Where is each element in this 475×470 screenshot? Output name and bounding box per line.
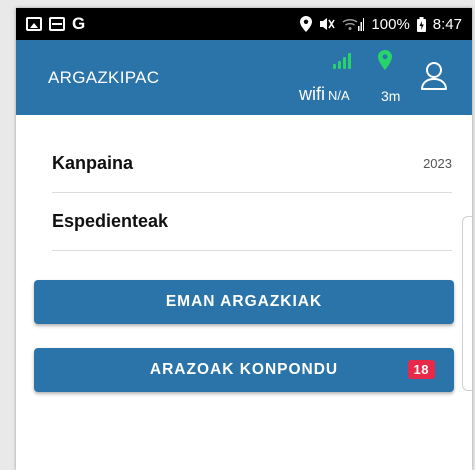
image-icon: [26, 17, 42, 31]
mute-icon: [320, 18, 336, 30]
user-icon[interactable]: [420, 61, 448, 91]
campaign-row: Kanpaina 2023: [52, 135, 452, 193]
location-icon: [300, 16, 313, 32]
campaign-value: 2023: [423, 156, 452, 171]
clock: 8:47: [432, 15, 462, 33]
status-bar: G 100% 8:47: [16, 8, 472, 40]
take-photos-button[interactable]: EMAN ARGAZKIAK: [34, 280, 454, 324]
battery-percent: 100%: [371, 15, 410, 33]
card-icon: [49, 17, 65, 31]
app-title: ARGAZKIPAC: [48, 68, 160, 87]
files-label: Espedienteak: [52, 211, 169, 231]
wifi-status: wifi N/A: [299, 84, 350, 104]
campaign-label: Kanpaina: [52, 153, 134, 173]
status-bar-left: G: [26, 14, 85, 34]
network-signal-icon: [333, 53, 351, 69]
app-header: ARGAZKIPAC wifi N/A 3m: [16, 40, 472, 115]
battery-icon: [416, 16, 426, 32]
app-screen: G 100% 8:47 ARGAZKIPAC wifi N/A 3m Kanpa…: [16, 8, 472, 470]
wifi-signal-icon: [342, 18, 365, 31]
location-age: 3m: [381, 88, 401, 104]
gps-pin-icon: [378, 50, 392, 70]
files-row[interactable]: Espedienteak: [52, 193, 452, 251]
scroll-indicator: [462, 216, 472, 391]
status-bar-right: 100% 8:47: [300, 16, 462, 33]
fix-issues-label: ARAZOAK KONPONDU: [149, 361, 339, 378]
take-photos-label: EMAN ARGAZKIAK: [165, 293, 323, 310]
google-icon: G: [72, 14, 86, 33]
fix-issues-button[interactable]: ARAZOAK KONPONDU 18: [34, 348, 454, 392]
issues-count-badge: 18: [407, 360, 435, 379]
